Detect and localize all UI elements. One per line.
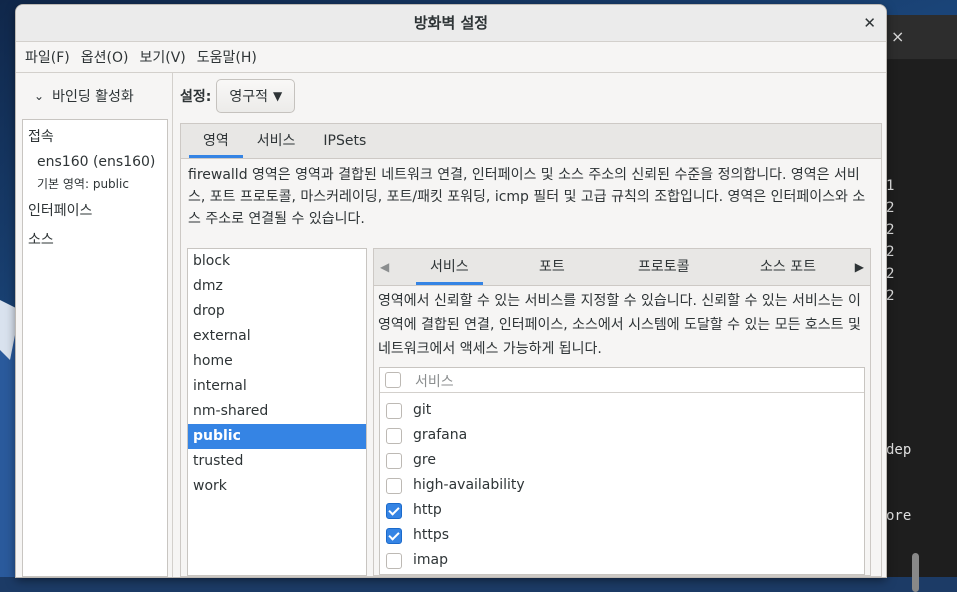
interfaces-heading: 인터페이스	[28, 203, 93, 219]
terminal-line: dep	[886, 442, 912, 458]
connections-heading: 접속	[28, 129, 54, 145]
terminal-line: ore	[886, 508, 912, 524]
service-row[interactable]: git	[380, 398, 864, 423]
header-checkbox	[385, 372, 401, 388]
configuration-mode-select[interactable]: 영구적 ▼	[216, 79, 296, 113]
zone-item[interactable]: dmz	[188, 274, 366, 299]
service-row[interactable]: imap	[380, 548, 864, 573]
subtab-protocols[interactable]: 프로토콜	[638, 249, 690, 285]
titlebar: 방화벽 설정 ✕	[16, 5, 886, 42]
connection-zone-label: 기본 영역: public	[37, 177, 129, 191]
service-row[interactable]: gre	[380, 448, 864, 473]
window-body: ⌄ 바인딩 활성화 접속 ens160 (ens160) 기본 영역: publ…	[16, 73, 886, 577]
tab-services[interactable]: 서비스	[243, 124, 310, 158]
menu-view[interactable]: 보기(V)	[134, 47, 190, 67]
terminal-scrollbar[interactable]	[912, 553, 919, 592]
subtab-services[interactable]: 서비스	[416, 249, 483, 285]
menubar: 파일(F) 옵션(O) 보기(V) 도움말(H)	[16, 42, 886, 73]
service-checkbox[interactable]	[386, 403, 402, 419]
window-title: 방화벽 설정	[413, 14, 489, 32]
service-checkbox[interactable]	[386, 453, 402, 469]
terminal-line: 2	[886, 288, 895, 304]
terminal-line: 2	[886, 244, 895, 260]
subtab-source-ports[interactable]: 소스 포트	[760, 249, 816, 285]
service-row[interactable]: grafana	[380, 423, 864, 448]
service-checkbox[interactable]	[386, 503, 402, 519]
main-tabs: 영역 서비스 IPSets	[181, 124, 881, 159]
terminal-line: 2	[886, 200, 895, 216]
service-description: 영역에서 신뢰할 수 있는 서비스를 지정할 수 있습니다. 신뢰할 수 있는 …	[378, 293, 861, 357]
close-icon[interactable]: ✕	[863, 5, 876, 41]
zone-item[interactable]: external	[188, 324, 366, 349]
zone-detail-notebook: ◀ 서비스 포트 프로토콜 소스 포트 ▶ 영역에서 신뢰할 수 있는 서비스를…	[373, 248, 871, 576]
service-name: git	[413, 402, 432, 418]
terminal-line: 2	[886, 266, 895, 282]
main-notebook: 영역 서비스 IPSets firewalld 영역은 영역과 결합된 네트워크…	[180, 123, 882, 577]
terminal-line: 2	[886, 222, 895, 238]
zones-pane: 설정: 영구적 ▼ 영역 서비스 IPSets firewalld 영역은 영역…	[173, 73, 886, 577]
dropdown-arrow-icon: ▼	[273, 89, 283, 103]
menu-help[interactable]: 도움말(H)	[192, 47, 262, 67]
chevron-down-icon: ⌄	[34, 89, 45, 103]
zone-item[interactable]: work	[188, 474, 366, 499]
menu-options[interactable]: 옵션(O)	[76, 47, 134, 67]
firewall-config-window: 방화벽 설정 ✕ 파일(F) 옵션(O) 보기(V) 도움말(H) ⌄ 바인딩 …	[16, 5, 886, 577]
zone-item[interactable]: internal	[188, 374, 366, 399]
service-checkbox[interactable]	[386, 428, 402, 444]
zone-item[interactable]: trusted	[188, 449, 366, 474]
service-checkbox[interactable]	[386, 478, 402, 494]
zone-item[interactable]: drop	[188, 299, 366, 324]
service-list-header: 서비스	[380, 368, 864, 393]
zone-item[interactable]: home	[188, 349, 366, 374]
zone-description: firewalld 영역은 영역과 결합된 네트워크 연결, 인터페이스 및 소…	[188, 167, 866, 227]
terminal-close-icon[interactable]: ×	[891, 27, 904, 46]
service-name: http	[413, 502, 442, 518]
zone-item[interactable]: nm-shared	[188, 399, 366, 424]
service-name: gre	[413, 452, 436, 468]
binding-toggle[interactable]: ⌄ 바인딩 활성화	[16, 73, 172, 119]
service-column-header: 서비스	[415, 374, 454, 390]
terminal-line: 1	[886, 178, 895, 194]
service-name: high-availability	[413, 477, 525, 493]
service-row[interactable]: high-availability	[380, 473, 864, 498]
scroll-right-icon[interactable]: ▶	[855, 249, 864, 285]
service-name: imap	[413, 552, 448, 568]
tab-zones[interactable]: 영역	[189, 124, 243, 158]
service-list: 서비스 git grafana gre high-availability http ht…	[379, 367, 865, 575]
scroll-left-icon[interactable]: ◀	[380, 249, 389, 285]
service-checkbox[interactable]	[386, 553, 402, 569]
binding-toggle-label: 바인딩 활성화	[52, 89, 134, 105]
service-row[interactable]: http	[380, 498, 864, 523]
connection-item[interactable]: ens160 (ens160)	[37, 154, 155, 170]
settings-label: 설정:	[180, 89, 212, 105]
connections-list: 접속 ens160 (ens160) 기본 영역: public 인터페이스 소…	[22, 119, 168, 577]
service-name: https	[413, 527, 450, 543]
zone-detail-tabs: ◀ 서비스 포트 프로토콜 소스 포트 ▶	[374, 249, 870, 286]
configuration-mode-value: 영구적	[229, 89, 268, 105]
menu-file[interactable]: 파일(F)	[20, 47, 75, 67]
sources-heading: 소스	[28, 232, 54, 248]
settings-row: 설정: 영구적 ▼	[173, 73, 886, 119]
subtab-ports[interactable]: 포트	[539, 249, 565, 285]
service-row[interactable]: https	[380, 523, 864, 548]
zone-item[interactable]: block	[188, 249, 366, 274]
binding-pane: ⌄ 바인딩 활성화 접속 ens160 (ens160) 기본 영역: publ…	[16, 73, 173, 577]
service-name: grafana	[413, 427, 468, 443]
tab-ipsets[interactable]: IPSets	[309, 124, 380, 158]
zone-list: block dmz drop external home internal nm…	[187, 248, 367, 576]
service-checkbox[interactable]	[386, 528, 402, 544]
zone-item-selected[interactable]: public	[188, 424, 366, 449]
